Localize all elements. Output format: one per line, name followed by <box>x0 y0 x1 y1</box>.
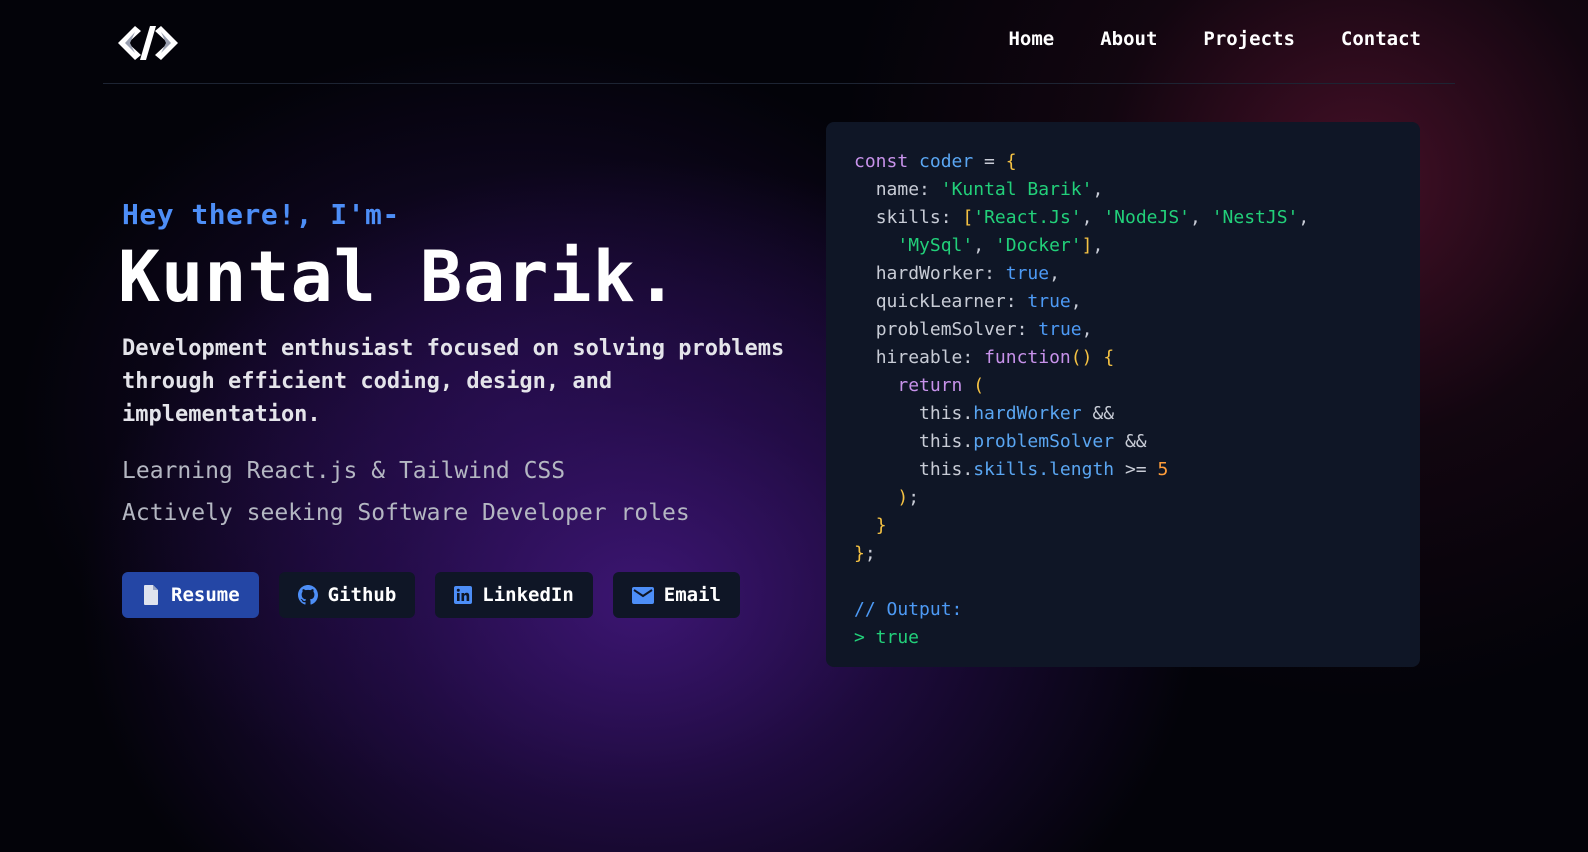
code-token: quickLearner <box>875 291 1006 312</box>
resume-button[interactable]: Resume <box>122 572 259 618</box>
code-token: return <box>897 375 963 396</box>
code-token: problemSolver <box>973 431 1115 452</box>
code-line: ); <box>897 487 920 508</box>
document-icon <box>141 584 161 606</box>
code-token: hardWorker <box>973 403 1082 424</box>
code-line: name: 'Kuntal Barik', <box>875 179 1104 200</box>
nav-home-link[interactable]: Home <box>1008 28 1054 50</box>
nav-links: Home About Projects Contact <box>1008 28 1421 50</box>
code-token: 'Docker' <box>994 235 1082 256</box>
top-nav: Home About Projects Contact <box>103 0 1455 84</box>
code-comment: // Output: <box>854 599 963 620</box>
code-token: skills <box>973 459 1039 480</box>
code-line: hireable: function() { <box>875 347 1115 368</box>
code-token: 'Kuntal Barik' <box>940 179 1093 200</box>
code-token: this. <box>919 459 974 480</box>
hero-greeting: Hey there!, I'm- <box>122 198 400 231</box>
code-token: coder <box>919 151 974 172</box>
linkedin-button-label: LinkedIn <box>482 584 574 606</box>
code-line: } <box>875 515 887 536</box>
code-output: > true <box>854 627 920 648</box>
code-token: function <box>984 347 1071 368</box>
code-line: 'MySql', 'Docker'], <box>897 235 1104 256</box>
code-token: >= <box>1124 459 1147 480</box>
email-button[interactable]: Email <box>612 572 740 618</box>
linkedin-button[interactable]: LinkedIn <box>435 572 593 618</box>
seeking-text: Actively seeking Software Developer role… <box>122 500 690 526</box>
code-token: skills <box>875 207 941 228</box>
code-token: && <box>1124 431 1147 452</box>
code-token: true <box>1005 263 1050 284</box>
code-token: 'MySql' <box>897 235 974 256</box>
code-token: 'React.Js' <box>973 207 1082 228</box>
code-line: problemSolver: true, <box>875 319 1093 340</box>
learning-text: Learning React.js & Tailwind CSS <box>122 458 566 484</box>
code-token: const <box>854 151 909 172</box>
action-buttons: Resume Github LinkedIn Email <box>122 572 740 618</box>
code-token: this. <box>919 403 974 424</box>
code-line: }; <box>854 543 876 564</box>
linkedin-icon <box>454 586 473 604</box>
code-line: this.skills.length >= 5 <box>919 459 1169 480</box>
code-line: this.problemSolver && <box>854 431 1147 452</box>
code-token: 5 <box>1157 459 1169 480</box>
code-line: skills: ['React.Js', 'NodeJS', 'NestJS', <box>875 207 1310 228</box>
code-token: this. <box>919 431 974 452</box>
email-button-label: Email <box>663 584 721 606</box>
nav-projects-link[interactable]: Projects <box>1203 28 1295 50</box>
github-button-label: Github <box>327 584 397 606</box>
code-token: && <box>1092 403 1115 424</box>
code-token: 'NodeJS' <box>1103 207 1191 228</box>
code-token: problemSolver <box>875 319 1017 340</box>
code-token: hardWorker <box>875 263 985 284</box>
code-token: 'NestJS' <box>1211 207 1299 228</box>
github-icon <box>297 585 318 605</box>
code-line: hardWorker: true, <box>875 263 1060 284</box>
nav-contact-link[interactable]: Contact <box>1341 28 1421 50</box>
code-line: this.hardWorker && <box>854 403 1114 424</box>
code-token: length <box>1049 459 1115 480</box>
code-line: const coder = { <box>854 151 1017 172</box>
code-token: name <box>875 179 920 200</box>
mail-icon <box>631 586 654 604</box>
code-token: hireable <box>875 347 963 368</box>
hero-tagline: Development enthusiast focused on solvin… <box>122 336 785 427</box>
code-brackets-icon[interactable] <box>117 22 179 64</box>
code-token: true <box>1038 319 1082 340</box>
code-token: true <box>1027 291 1071 312</box>
code-card: const coder = { name: 'Kuntal Barik', sk… <box>826 122 1420 667</box>
github-button[interactable]: Github <box>278 572 416 618</box>
code-line: quickLearner: true, <box>875 291 1082 312</box>
code-line: return ( <box>897 375 985 396</box>
nav-about-link[interactable]: About <box>1100 28 1157 50</box>
hero-name: Kuntal Barik. <box>118 236 679 318</box>
resume-button-label: Resume <box>171 584 240 606</box>
